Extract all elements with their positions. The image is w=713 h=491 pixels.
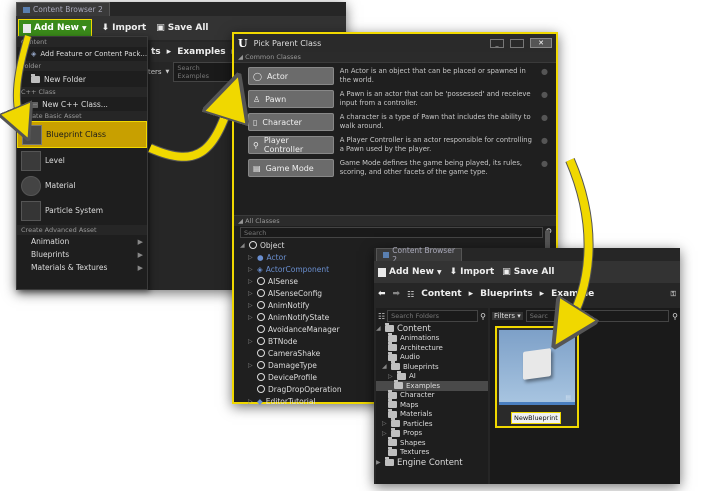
arrow-dialog-to-asset-fill <box>566 158 589 328</box>
guide-arrows <box>0 34 713 491</box>
arrow-add-new-to-blueprint-fill <box>17 35 28 124</box>
